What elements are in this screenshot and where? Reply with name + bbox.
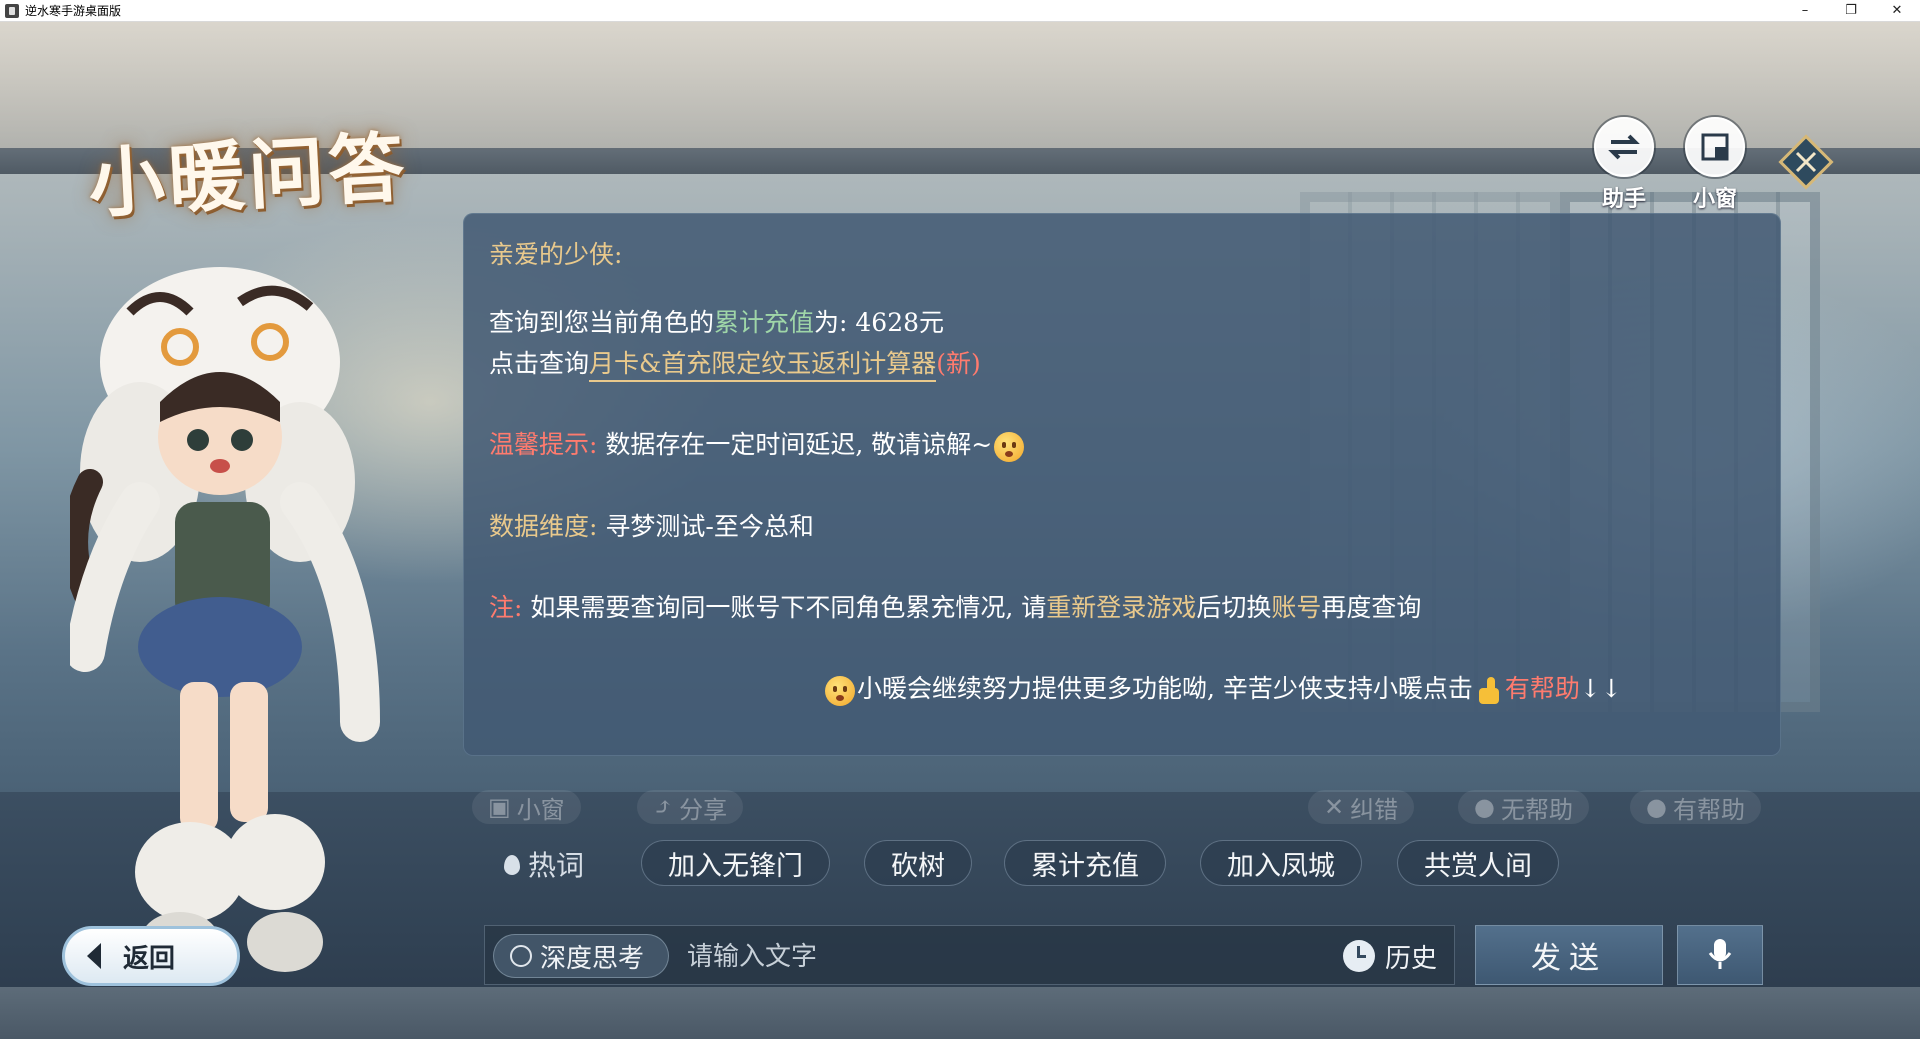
note-text: 再度查询 [1321, 593, 1422, 622]
recharge-amount: 为: 4628元 [814, 308, 945, 337]
share-icon: ⤴ [653, 793, 674, 821]
account-keyword: 账号 [1271, 593, 1322, 622]
helpful-action[interactable]: ● 有帮助 [1630, 790, 1761, 824]
feedback-prompt-text: 小暖会继续努力提供更多功能呦, 辛苦少侠支持小暖点击 [857, 674, 1473, 703]
page-title: 小暖问答 [86, 122, 411, 229]
mini-window-action-label: 小窗 [516, 795, 565, 824]
window-title: 逆水寒手游桌面版 [25, 4, 122, 18]
history-label: 历史 [1385, 943, 1438, 974]
surprised-emoji-icon [825, 675, 855, 706]
clock-icon [1343, 940, 1375, 972]
feedback-prompt-line: 小暖会继续努力提供更多功能呦, 辛苦少侠支持小暖点击 有帮助↓↓ [823, 669, 1622, 706]
swap-icon [1594, 117, 1654, 177]
history-button[interactable]: 历史 [1343, 934, 1437, 978]
tip-text: 数据存在一定时间延迟, 敬请谅解~ [605, 430, 993, 459]
mini-window-button[interactable]: 小窗 [1680, 117, 1750, 213]
voice-input-button[interactable] [1677, 925, 1763, 985]
note-text: 后切换 [1196, 593, 1272, 622]
microphone-icon [1708, 939, 1732, 969]
recharge-query-line: 查询到您当前角色的累计充值为: 4628元 [489, 303, 944, 339]
mini-window-action[interactable]: ▣ 小窗 [472, 790, 581, 824]
deep-think-label: 深度思考 [540, 943, 645, 974]
down-arrows: ↓↓ [1579, 674, 1622, 703]
flame-icon [502, 851, 522, 877]
window-title-bar: 逆水寒手游桌面版 – ❐ ✕ [0, 0, 1920, 22]
answer-panel: 亲爱的少侠: 查询到您当前角色的累计充值为: 4628元 点击查询月卡&首充限定… [463, 213, 1781, 756]
query-prefix: 查询到您当前角色的 [489, 308, 715, 337]
mini-window-icon: ▣ [488, 793, 511, 821]
mini-window-label: 小窗 [1692, 186, 1737, 212]
back-label: 返回 [123, 943, 176, 974]
thumbs-up-icon: ● [1646, 793, 1667, 821]
hot-word-chip[interactable]: 累计充值 [1004, 840, 1166, 886]
tip-label: 温馨提示: [489, 430, 598, 459]
correct-action[interactable]: ✕ 纠错 [1308, 790, 1415, 824]
back-arrow-icon [87, 943, 101, 969]
mini-window-icon [1685, 117, 1745, 177]
not-helpful-action[interactable]: ● 无帮助 [1458, 790, 1589, 824]
note-line: 注: 如果需要查询同一账号下不同角色累充情况, 请重新登录游戏后切换账号再度查询 [489, 588, 1421, 624]
helpful-keyword: 有帮助 [1504, 674, 1580, 703]
xiaonuan-character-illustration [70, 267, 380, 972]
share-action-label: 分享 [679, 795, 728, 824]
hot-words-label: 热词 [502, 844, 584, 884]
dimension-label: 数据维度: [489, 512, 598, 541]
share-action[interactable]: ⤴ 分享 [637, 790, 744, 824]
hot-word-chip[interactable]: 加入凤城 [1200, 840, 1362, 886]
thumbs-up-icon [1475, 676, 1503, 706]
minimize-button[interactable]: – [1782, 0, 1828, 22]
restore-button[interactable]: ❐ [1828, 0, 1874, 22]
close-window-button[interactable]: ✕ [1874, 0, 1920, 22]
deep-think-toggle[interactable]: 深度思考 [493, 934, 669, 978]
assistant-label: 助手 [1601, 186, 1646, 212]
back-button[interactable]: 返回 [62, 926, 240, 986]
rebate-calculator-link[interactable]: 月卡&首充限定纹玉返利计算器 [589, 349, 937, 382]
hot-words-text: 热词 [528, 849, 585, 882]
thumbs-down-icon: ● [1474, 793, 1495, 821]
dimension-line: 数据维度: 寻梦测试-至今总和 [489, 507, 814, 543]
app-icon [5, 3, 19, 18]
cross-icon: ✕ [1324, 793, 1345, 821]
hot-word-chip[interactable]: 加入无锋门 [641, 840, 830, 886]
click-query-prefix: 点击查询 [489, 349, 590, 378]
surprised-emoji-icon [994, 431, 1025, 462]
send-button[interactable]: 发送 [1475, 925, 1663, 985]
radio-icon [510, 945, 532, 967]
hot-word-chip[interactable]: 砍树 [864, 840, 972, 886]
assistant-button[interactable]: 助手 [1589, 117, 1659, 213]
question-input-bar: 深度思考 历史 [484, 925, 1455, 985]
helpful-action-label: 有帮助 [1672, 795, 1745, 824]
not-helpful-action-label: 无帮助 [1500, 795, 1573, 824]
note-text: 如果需要查询同一账号下不同角色累充情况, 请 [530, 593, 1047, 622]
game-view: 小暖问答 助手 小窗 亲爱的少侠: 查询到您当前角色的累计充值为: 4628元 … [0, 22, 1920, 1039]
new-badge: (新) [936, 349, 981, 378]
note-label: 注: [489, 593, 523, 622]
hot-word-chip[interactable]: 共赏人间 [1397, 840, 1559, 886]
correct-action-label: 纠错 [1350, 795, 1399, 824]
cumulative-recharge-keyword: 累计充值 [714, 308, 815, 337]
tip-line: 温馨提示: 数据存在一定时间延迟, 敬请谅解~ [489, 425, 1026, 462]
question-input[interactable] [685, 936, 1329, 978]
dimension-text: 寻梦测试-至今总和 [605, 512, 814, 541]
calculator-link-line: 点击查询月卡&首充限定纹玉返利计算器(新) [489, 344, 981, 382]
close-panel-button[interactable] [1776, 132, 1836, 192]
relogin-keyword: 重新登录游戏 [1046, 593, 1197, 622]
background-bottom-strip [0, 987, 1920, 1039]
close-icon [1778, 134, 1834, 190]
greeting-text: 亲爱的少侠: [489, 240, 623, 269]
